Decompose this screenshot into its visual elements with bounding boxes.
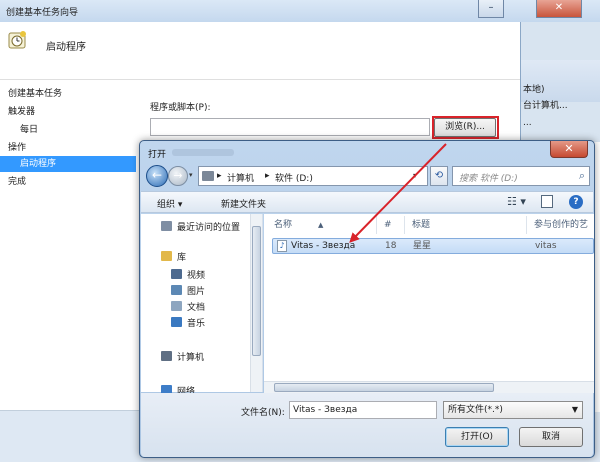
blurred-title-region <box>172 149 234 156</box>
breadcrumb-drive[interactable]: 软件 (D:) <box>275 171 313 184</box>
wizard-title: 创建基本任务向导 <box>6 8 79 18</box>
file-type-value: 所有文件(*.*) <box>448 405 503 415</box>
forward-button[interactable]: → <box>168 166 188 186</box>
wizard-nav-item[interactable]: 每日 <box>0 122 136 138</box>
file-track: 18 <box>385 241 397 251</box>
background-text-2: 台计算机... <box>523 101 568 111</box>
new-folder-button[interactable]: 新建文件夹 <box>221 197 266 210</box>
browse-highlight-box <box>432 116 499 139</box>
organize-button[interactable]: 组织 ▾ <box>157 197 182 210</box>
file-name: Vitas - Звезда <box>291 241 356 251</box>
scroll-thumb[interactable] <box>252 226 261 356</box>
breadcrumb-separator-icon: ▸ <box>265 171 270 181</box>
task-clock-icon <box>8 31 26 49</box>
nav-tree-item[interactable]: 视频 <box>187 268 205 281</box>
wizard-nav-item[interactable]: 触发器 <box>0 104 136 120</box>
nav-tree-item[interactable]: 音乐 <box>187 316 205 329</box>
address-dropdown-icon[interactable]: ▾ <box>413 171 417 180</box>
background-text-3: ... <box>523 118 532 128</box>
open-file-dialog: 打开 ✕ ← → ▾ ▸ 计算机 ▸ 软件 (D:) ▾ ⟲ 搜索 软件 (D:… <box>139 140 595 458</box>
nav-tree-item[interactable]: 图片 <box>187 284 205 297</box>
filename-label: 文件名(N): <box>241 408 285 418</box>
filename-input[interactable]: Vitas - Звезда <box>289 401 437 419</box>
nav-tree-item[interactable]: 库 <box>177 250 186 263</box>
preview-pane-icon[interactable] <box>541 195 553 208</box>
refresh-button[interactable]: ⟲ <box>430 166 448 186</box>
navigation-scrollbar[interactable] <box>250 214 262 392</box>
wizard-nav: 创建基本任务 触发器每日操作 启动程序完成 <box>0 82 136 410</box>
column-separator <box>376 216 377 234</box>
chevron-down-icon: ▼ <box>571 405 578 414</box>
dialog-close-button[interactable]: ✕ <box>550 141 588 158</box>
computer-icon <box>161 351 172 361</box>
background-text-1: 本地) <box>523 85 545 95</box>
breadcrumb-computer[interactable]: 计算机 <box>227 171 254 184</box>
video-icon <box>171 269 182 279</box>
wizard-nav-item[interactable]: 启动程序 <box>0 156 136 172</box>
search-placeholder: 搜索 软件 (D:) <box>459 174 518 184</box>
file-type-select[interactable]: 所有文件(*.*) ▼ <box>443 401 583 419</box>
window-close-button[interactable]: ✕ <box>536 0 582 18</box>
horizontal-scroll-thumb[interactable] <box>274 383 494 392</box>
program-path-input[interactable] <box>150 118 430 136</box>
address-bar[interactable]: ▸ 计算机 ▸ 软件 (D:) ▾ <box>198 166 428 186</box>
file-artist: vitas <box>535 241 557 251</box>
wizard-nav-item[interactable]: 创建基本任务 <box>0 86 136 102</box>
background-panel <box>521 60 600 102</box>
wizard-header: 启动程序 <box>0 22 520 80</box>
help-icon[interactable]: ? <box>569 195 583 209</box>
dialog-toolbar: 组织 ▾ 新建文件夹 ☷ ▾ ? <box>141 191 593 213</box>
wizard-nav-item[interactable]: 操作 <box>0 140 136 156</box>
back-button[interactable]: ← <box>146 165 168 187</box>
program-label: 程序或脚本(P): <box>150 103 211 113</box>
wizard-step-title: 启动程序 <box>46 42 86 53</box>
column-separator <box>404 216 405 234</box>
file-title: 星星 <box>413 241 432 251</box>
column-header-name[interactable]: 名称 <box>274 214 292 236</box>
search-input[interactable]: 搜索 软件 (D:) ⌕ <box>452 166 590 186</box>
dialog-title: 打开 <box>148 150 167 160</box>
document-icon <box>171 301 182 311</box>
navigation-pane: 最近访问的位置库视频 图片 文档 音乐 计算机 网络 <box>141 214 263 397</box>
file-list: 名称 ▲ # 标题 参与创作的艺术 ♪ Vitas - Звезда 18 星星… <box>264 214 594 392</box>
history-dropdown-icon[interactable]: ▾ <box>189 171 193 179</box>
sort-indicator-icon: ▲ <box>318 221 324 229</box>
breadcrumb-separator-icon: ▸ <box>217 171 222 181</box>
wizard-nav-item[interactable]: 完成 <box>0 174 136 190</box>
address-row: ← → ▾ ▸ 计算机 ▸ 软件 (D:) ▾ ⟲ 搜索 软件 (D:) ⌕ <box>146 165 590 189</box>
music-file-icon: ♪ <box>277 240 287 252</box>
wizard-titlebar: 创建基本任务向导 – ✕ <box>0 0 600 22</box>
column-header-artist[interactable]: 参与创作的艺术 <box>534 214 594 252</box>
music-icon <box>171 317 182 327</box>
computer-icon <box>202 171 214 181</box>
open-button[interactable]: 打开(O) <box>445 427 509 447</box>
column-header-track[interactable]: # <box>384 214 392 236</box>
column-header-title[interactable]: 标题 <box>412 214 430 236</box>
library-icon <box>161 251 172 261</box>
search-icon: ⌕ <box>578 169 585 182</box>
dialog-bottom-area: 文件名(N): Vitas - Звезда 所有文件(*.*) ▼ 打开(O)… <box>141 393 593 457</box>
cancel-button[interactable]: 取消 <box>519 427 583 447</box>
nav-tree-item[interactable]: 计算机 <box>177 350 204 363</box>
column-separator <box>526 216 527 234</box>
recent-places-icon <box>161 221 172 231</box>
view-options-icon[interactable]: ☷ ▾ <box>507 195 526 208</box>
nav-tree-item[interactable]: 最近访问的位置 <box>177 220 240 233</box>
nav-tree-item[interactable]: 文档 <box>187 300 205 313</box>
horizontal-scrollbar[interactable] <box>264 381 594 393</box>
file-row[interactable]: ♪ Vitas - Звезда 18 星星 vitas <box>272 238 594 254</box>
minimize-button[interactable]: – <box>478 0 504 18</box>
picture-icon <box>171 285 182 295</box>
